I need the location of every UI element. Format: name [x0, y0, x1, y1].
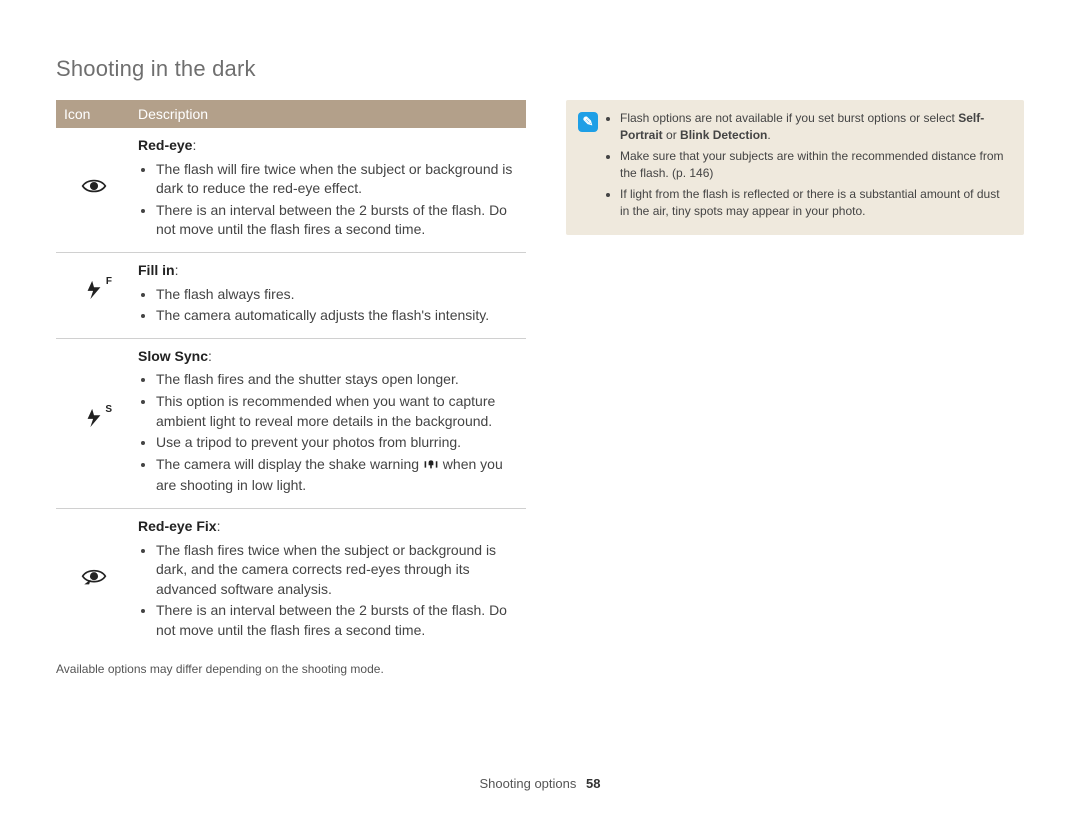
- red-eye-fix-icon: [56, 508, 130, 652]
- note-item: If light from the flash is reflected or …: [620, 186, 1010, 221]
- note-icon: ✎: [578, 110, 604, 223]
- left-column: Icon Description Red: [56, 100, 526, 676]
- right-column: ✎ Flash options are not available if you…: [566, 100, 1024, 235]
- table-header-icon: Icon: [56, 100, 130, 128]
- row-title: Slow Sync: [138, 348, 208, 364]
- bullet: The flash fires and the shutter stays op…: [156, 370, 520, 390]
- bullet: There is an interval between the 2 burst…: [156, 201, 520, 240]
- shake-warning-icon: [423, 457, 439, 477]
- fill-in-icon: F: [56, 252, 130, 338]
- bullet: This option is recommended when you want…: [156, 392, 520, 431]
- row-description: Slow Sync: The flash fires and the shutt…: [130, 338, 526, 508]
- footnote: Available options may differ depending o…: [56, 662, 526, 676]
- manual-page: Shooting in the dark Icon Description: [0, 0, 1080, 815]
- row-bullets: The flash always fires. The camera autom…: [138, 285, 520, 326]
- row-bullets: The flash will fire twice when the subje…: [138, 160, 520, 240]
- table-row: S Slow Sync: The flash fires and the shu…: [56, 338, 526, 508]
- note-item: Flash options are not available if you s…: [620, 110, 1010, 145]
- page-number: 58: [586, 776, 600, 791]
- table-row: Red-eye: The flash will fire twice when …: [56, 128, 526, 252]
- table-row: F Fill in: The flash always fires. The c…: [56, 252, 526, 338]
- red-eye-icon: [56, 128, 130, 252]
- row-bullets: The flash fires and the shutter stays op…: [138, 370, 520, 496]
- row-description: Fill in: The flash always fires. The cam…: [130, 252, 526, 338]
- row-bullets: The flash fires twice when the subject o…: [138, 541, 520, 641]
- row-title: Red-eye: [138, 137, 192, 153]
- note-box: ✎ Flash options are not available if you…: [566, 100, 1024, 235]
- bullet: Use a tripod to prevent your photos from…: [156, 433, 520, 453]
- bullet: The flash will fire twice when the subje…: [156, 160, 520, 199]
- row-description: Red-eye: The flash will fire twice when …: [130, 128, 526, 252]
- row-description: Red-eye Fix: The flash fires twice when …: [130, 508, 526, 652]
- note-list: Flash options are not available if you s…: [604, 110, 1010, 223]
- slow-sync-icon: S: [56, 338, 130, 508]
- section-title: Shooting in the dark: [56, 56, 1024, 82]
- bullet: The flash always fires.: [156, 285, 520, 305]
- row-title: Red-eye Fix: [138, 518, 217, 534]
- table-header-description: Description: [130, 100, 526, 128]
- page-footer: Shooting options 58: [0, 776, 1080, 791]
- bullet: The camera automatically adjusts the fla…: [156, 306, 520, 326]
- pencil-icon: ✎: [578, 112, 598, 132]
- two-column-layout: Icon Description Red: [56, 100, 1024, 676]
- table-row: Red-eye Fix: The flash fires twice when …: [56, 508, 526, 652]
- footer-section: Shooting options: [480, 776, 577, 791]
- bullet: The camera will display the shake warnin…: [156, 455, 520, 496]
- note-item: Make sure that your subjects are within …: [620, 148, 1010, 183]
- bullet: The flash fires twice when the subject o…: [156, 541, 520, 600]
- row-title: Fill in: [138, 262, 175, 278]
- bullet: There is an interval between the 2 burst…: [156, 601, 520, 640]
- flash-options-table: Icon Description Red: [56, 100, 526, 652]
